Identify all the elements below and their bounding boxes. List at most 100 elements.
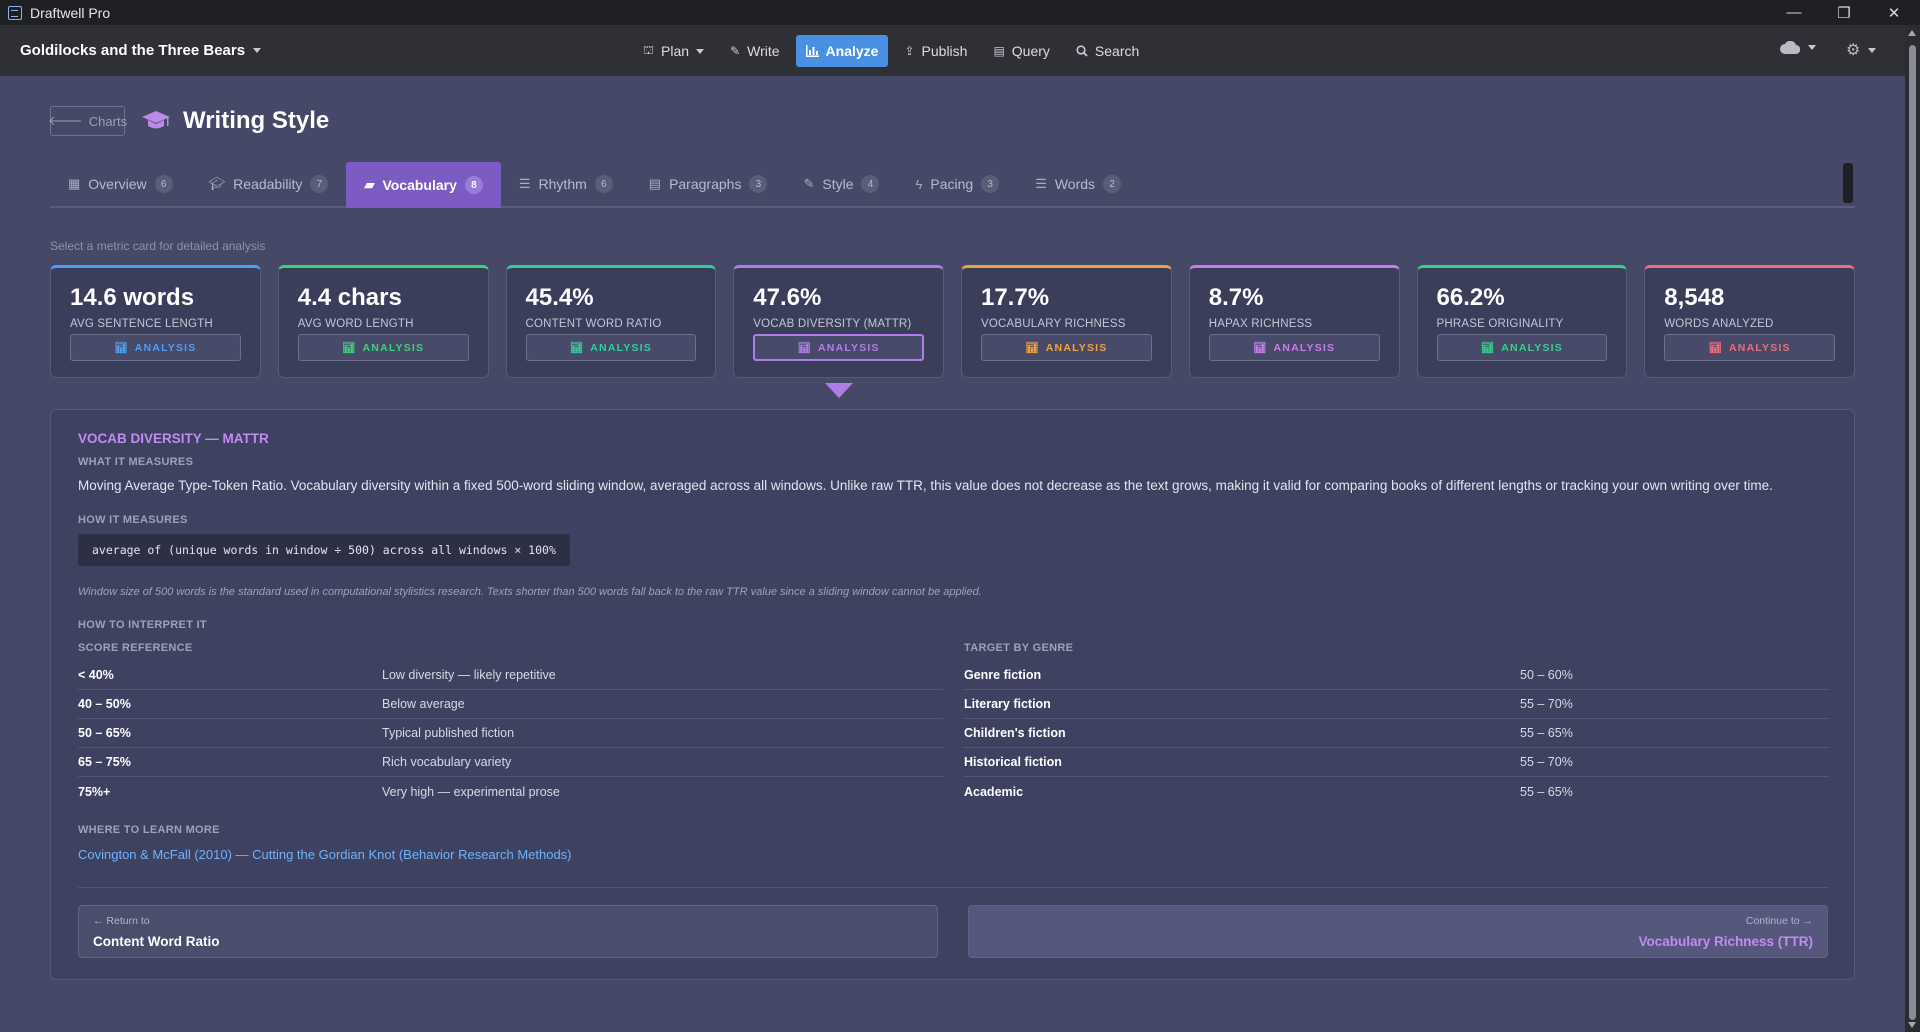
- analysis-button-label: ANALYSIS: [134, 341, 197, 354]
- score-range: 40 – 50%: [78, 697, 131, 711]
- settings-menu[interactable]: ⚙: [1846, 40, 1877, 60]
- scrollbar-thumb[interactable]: [1909, 45, 1916, 1020]
- metric-description: Moving Average Type-Token Ratio. Vocabul…: [78, 478, 1773, 493]
- metric-value: 4.4 chars: [297, 284, 402, 311]
- table-icon: ▤: [993, 44, 1005, 58]
- tab-words[interactable]: ☰ Words 2: [1017, 162, 1139, 206]
- bar-chart-icon: 📊︎: [1480, 342, 1496, 354]
- tab-count-badge: 2: [1103, 175, 1122, 193]
- page-title-text: Writing Style: [183, 107, 330, 134]
- scroll-up-arrow-icon[interactable]: [1908, 30, 1916, 36]
- nav-analyze[interactable]: Analyze: [795, 35, 889, 67]
- metric-label: PHRASE ORIGINALITY: [1436, 318, 1564, 330]
- tab-readability[interactable]: 🎓︎ Readability 7: [191, 162, 347, 206]
- analysis-button[interactable]: 📊︎ ANALYSIS: [297, 334, 469, 361]
- tab-count-badge: 6: [154, 175, 173, 193]
- tab-count-badge: 6: [594, 175, 613, 193]
- project-selector[interactable]: Goldilocks and the Three Bears: [20, 25, 262, 76]
- metric-card-phrase-originality[interactable]: 66.2% PHRASE ORIGINALITY 📊︎ ANALYSIS: [1416, 265, 1628, 378]
- tab-overview[interactable]: ▦ Overview 6: [50, 162, 191, 206]
- metric-card-hapax-richness[interactable]: 8.7% HAPAX RICHNESS 📊︎ ANALYSIS: [1188, 265, 1400, 378]
- tab-paragraphs[interactable]: ▤ Paragraphs 3: [631, 162, 786, 206]
- nav-search[interactable]: Search: [1066, 35, 1149, 67]
- table-row: 75%+ Very high — experimental prose: [78, 777, 943, 806]
- metric-label: VOCABULARY RICHNESS: [981, 318, 1126, 330]
- genre-target: 50 – 60%: [1520, 668, 1573, 682]
- metric-value: 47.6%: [753, 284, 822, 311]
- pencil-icon: ✎: [730, 44, 741, 58]
- method-note: Window size of 500 words is the standard…: [78, 586, 982, 598]
- sitemap-icon: ⛫: [643, 43, 655, 57]
- reference-link[interactable]: Covington & McFall (2010) — Cutting the …: [78, 847, 572, 862]
- analysis-button[interactable]: 📊︎ ANALYSIS: [981, 334, 1152, 361]
- tab-count-badge: 8: [464, 176, 483, 194]
- metric-label: HAPAX RICHNESS: [1208, 318, 1313, 330]
- nav-write[interactable]: ✎ Write: [720, 35, 789, 67]
- sync-menu[interactable]: [1780, 41, 1816, 54]
- analysis-button[interactable]: 📊︎ ANALYSIS: [1208, 334, 1380, 361]
- previous-metric-title: Content Word Ratio: [93, 934, 220, 949]
- previous-metric-button[interactable]: ← Return to Content Word Ratio: [78, 905, 938, 958]
- tab-count-badge: 7: [310, 175, 329, 193]
- next-metric-button[interactable]: Continue to → Vocabulary Richness (TTR): [968, 905, 1828, 958]
- tab-count-badge: 4: [861, 175, 880, 193]
- metric-card-vocab-diversity[interactable]: 47.6% VOCAB DIVERSITY (MATTR) 📊︎ ANALYSIS: [733, 265, 944, 378]
- analysis-button[interactable]: 📊︎ ANALYSIS: [1664, 334, 1835, 361]
- table-row: 65 – 75% Rich vocabulary variety: [78, 748, 943, 777]
- newspaper-icon: ▤: [648, 176, 662, 191]
- app-book-icon: [8, 5, 22, 20]
- bar-chart-icon: 📊︎: [341, 342, 357, 354]
- bar-chart-icon: 📊︎: [569, 342, 585, 354]
- analysis-button-label: ANALYSIS: [1501, 341, 1563, 354]
- close-button[interactable]: ✕: [1870, 0, 1918, 25]
- metric-card-avg-sentence-length[interactable]: 14.6 words AVG SENTENCE LENGTH 📊︎ ANALYSI…: [50, 265, 261, 378]
- back-button-label: Charts: [88, 113, 128, 129]
- select-hint: Select a metric card for detailed analys…: [50, 239, 266, 253]
- genre-name: Genre fiction: [964, 668, 1042, 682]
- score-reference-heading: SCORE REFERENCE: [78, 642, 193, 654]
- analysis-button[interactable]: 📊︎ ANALYSIS: [753, 334, 924, 361]
- back-to-charts-button[interactable]: 🡐 Charts: [48, 106, 128, 136]
- score-range: < 40%: [78, 668, 114, 682]
- metric-card-avg-word-length[interactable]: 4.4 chars AVG WORD LENGTH 📊︎ ANALYSIS: [277, 265, 489, 378]
- analysis-button[interactable]: 📊︎ ANALYSIS: [1436, 334, 1608, 361]
- page-scrollbar[interactable]: [1905, 25, 1920, 1032]
- main-nav: ⛫ Plan ✎ Write Analyze ⇪ Publish ▤ Query…: [633, 35, 1149, 67]
- scroll-down-arrow-icon[interactable]: [1908, 1022, 1916, 1028]
- tab-count-badge: 3: [981, 175, 1000, 193]
- metric-card-words-analyzed[interactable]: 8,548 WORDS ANALYZED 📊︎ ANALYSIS: [1644, 265, 1855, 378]
- nav-write-label: Write: [747, 43, 780, 59]
- bar-chart-icon: 📊︎: [1025, 342, 1040, 354]
- tab-style[interactable]: ✎ Style 4: [785, 162, 897, 206]
- nav-query[interactable]: ▤ Query: [983, 35, 1059, 67]
- tab-rhythm[interactable]: ☰ Rhythm 6: [501, 162, 631, 206]
- tab-label: Readability: [233, 176, 303, 192]
- metric-card-vocabulary-richness[interactable]: 17.7% VOCABULARY RICHNESS 📊︎ ANALYSIS: [961, 265, 1172, 378]
- analysis-button-label: ANALYSIS: [1273, 341, 1336, 354]
- tab-pacing[interactable]: ϟ Pacing 3: [897, 162, 1017, 206]
- analysis-button[interactable]: 📊︎ ANALYSIS: [70, 334, 241, 361]
- analysis-button-label: ANALYSIS: [818, 341, 880, 354]
- nav-publish-label: Publish: [921, 43, 968, 59]
- what-it-measures-heading: WHAT IT MEASURES: [78, 456, 194, 468]
- metric-card-content-word-ratio[interactable]: 45.4% CONTENT WORD RATIO 📊︎ ANALYSIS: [505, 265, 717, 378]
- project-name: Goldilocks and the Three Bears: [20, 42, 246, 59]
- tabs-scroll-handle[interactable]: [1843, 163, 1853, 203]
- nav-publish[interactable]: ⇪ Publish: [894, 35, 977, 67]
- maximize-button[interactable]: ❐: [1820, 0, 1868, 25]
- genre-target: 55 – 65%: [1520, 726, 1573, 740]
- genre-target: 55 – 65%: [1520, 784, 1573, 799]
- score-meaning: Below average: [382, 697, 465, 711]
- metric-label: AVG WORD LENGTH: [297, 318, 414, 330]
- tab-vocabulary[interactable]: ▰ Vocabulary 8: [346, 162, 501, 208]
- nav-plan[interactable]: ⛫ Plan: [633, 35, 714, 67]
- metric-value: 8.7%: [1208, 284, 1264, 311]
- next-metric-title: Vocabulary Richness (TTR): [1638, 934, 1813, 949]
- analysis-button-label: ANALYSIS: [1729, 341, 1791, 354]
- nav-analyze-label: Analyze: [825, 43, 879, 59]
- table-row: 50 – 65% Typical published fiction: [78, 719, 943, 748]
- analysis-button[interactable]: 📊︎ ANALYSIS: [525, 334, 697, 361]
- score-meaning: Typical published fiction: [382, 726, 515, 740]
- minimize-button[interactable]: —: [1770, 0, 1818, 25]
- tab-label: Vocabulary: [382, 177, 457, 193]
